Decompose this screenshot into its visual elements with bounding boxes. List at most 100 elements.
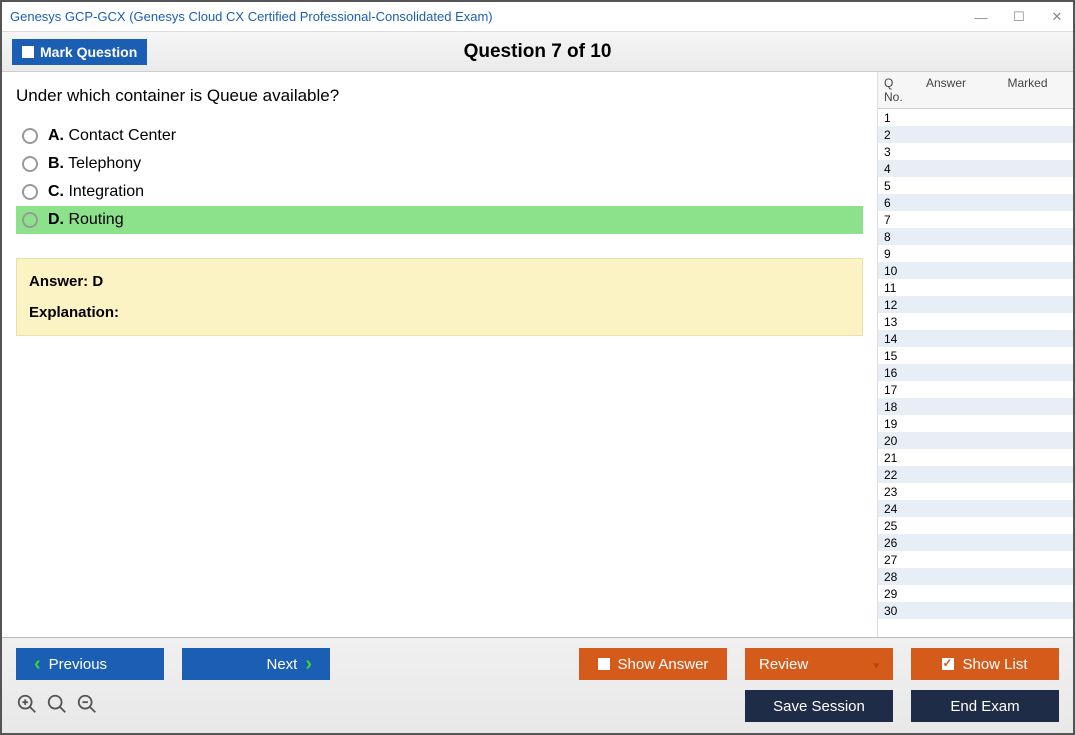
chevron-right-icon <box>305 653 312 676</box>
row-qno: 14 <box>878 332 920 346</box>
zoom-in-icon[interactable] <box>16 693 38 720</box>
row-qno: 10 <box>878 264 920 278</box>
question-list-row[interactable]: 19 <box>878 415 1073 432</box>
row-qno: 6 <box>878 196 920 210</box>
titlebar: Genesys GCP-GCX (Genesys Cloud CX Certif… <box>2 2 1073 32</box>
question-list-row[interactable]: 23 <box>878 483 1073 500</box>
window-controls: — ☐ ✕ <box>971 2 1067 32</box>
row-qno: 3 <box>878 145 920 159</box>
exam-window: Genesys GCP-GCX (Genesys Cloud CX Certif… <box>0 0 1075 735</box>
header-marked: Marked <box>982 72 1073 108</box>
question-list-row[interactable]: 13 <box>878 313 1073 330</box>
mark-question-button[interactable]: Mark Question <box>12 39 147 65</box>
show-answer-button[interactable]: Show Answer <box>579 648 727 680</box>
question-list-row[interactable]: 4 <box>878 160 1073 177</box>
row-qno: 5 <box>878 179 920 193</box>
row-qno: 4 <box>878 162 920 176</box>
end-exam-button[interactable]: End Exam <box>911 690 1059 722</box>
row-qno: 30 <box>878 604 920 618</box>
row-qno: 25 <box>878 519 920 533</box>
question-counter: Question 7 of 10 <box>464 41 612 63</box>
question-list-row[interactable]: 21 <box>878 449 1073 466</box>
row-qno: 7 <box>878 213 920 227</box>
options-list: A. Contact CenterB. Telephony C. Integrat… <box>16 122 863 234</box>
header-qno: Q No. <box>878 72 920 108</box>
next-button[interactable]: Next <box>182 648 330 680</box>
question-list-row[interactable]: 15 <box>878 347 1073 364</box>
question-list-header: Q No. Answer Marked <box>878 72 1073 109</box>
row-qno: 28 <box>878 570 920 584</box>
row-qno: 22 <box>878 468 920 482</box>
review-button[interactable]: Review <box>745 648 893 680</box>
question-list-row[interactable]: 30 <box>878 602 1073 619</box>
option-label: C. Integration <box>48 183 144 201</box>
zoom-out-icon[interactable] <box>76 693 98 720</box>
row-qno: 8 <box>878 230 920 244</box>
question-list-row[interactable]: 2 <box>878 126 1073 143</box>
top-toolbar: Mark Question Question 7 of 10 <box>2 32 1073 72</box>
question-list-row[interactable]: 28 <box>878 568 1073 585</box>
chevron-down-icon <box>867 656 879 673</box>
row-qno: 26 <box>878 536 920 550</box>
row-qno: 1 <box>878 111 920 125</box>
save-session-button[interactable]: Save Session <box>745 690 893 722</box>
question-list-row[interactable]: 24 <box>878 500 1073 517</box>
question-list-row[interactable]: 14 <box>878 330 1073 347</box>
question-list-row[interactable]: 16 <box>878 364 1073 381</box>
explanation-label: Explanation: <box>29 304 850 321</box>
option-a[interactable]: A. Contact Center <box>16 122 863 150</box>
row-qno: 9 <box>878 247 920 261</box>
show-list-button[interactable]: Show List <box>911 648 1059 680</box>
previous-button[interactable]: Previous <box>16 648 164 680</box>
question-list-row[interactable]: 5 <box>878 177 1073 194</box>
answer-line: Answer: D <box>29 273 850 290</box>
answer-box: Answer: D Explanation: <box>16 258 863 336</box>
option-d[interactable]: D. Routing <box>16 206 863 234</box>
radio-icon <box>22 212 38 228</box>
question-list-row[interactable]: 18 <box>878 398 1073 415</box>
row-qno: 13 <box>878 315 920 329</box>
question-list-row[interactable]: 12 <box>878 296 1073 313</box>
show-list-label: Show List <box>962 656 1027 673</box>
question-list-row[interactable]: 7 <box>878 211 1073 228</box>
question-list-row[interactable]: 1 <box>878 109 1073 126</box>
radio-icon <box>22 184 38 200</box>
question-list-row[interactable]: 11 <box>878 279 1073 296</box>
question-list-row[interactable]: 22 <box>878 466 1073 483</box>
question-list-row[interactable]: 29 <box>878 585 1073 602</box>
row-qno: 19 <box>878 417 920 431</box>
question-list-row[interactable]: 20 <box>878 432 1073 449</box>
question-list-row[interactable]: 26 <box>878 534 1073 551</box>
row-qno: 18 <box>878 400 920 414</box>
close-icon[interactable]: ✕ <box>1047 9 1067 25</box>
end-exam-label: End Exam <box>950 698 1019 715</box>
row-qno: 2 <box>878 128 920 142</box>
next-label: Next <box>266 656 297 673</box>
row-qno: 12 <box>878 298 920 312</box>
maximize-icon[interactable]: ☐ <box>1009 9 1029 25</box>
question-list-body[interactable]: 1234567891011121314151617181920212223242… <box>878 109 1073 637</box>
option-c[interactable]: C. Integration <box>16 178 863 206</box>
button-row-1: Previous Next Show Answer Review Show Li… <box>16 648 1059 680</box>
question-list-row[interactable]: 9 <box>878 245 1073 262</box>
option-b[interactable]: B. Telephony <box>16 150 863 178</box>
mark-checkbox-icon <box>22 46 34 58</box>
zoom-reset-icon[interactable] <box>46 693 68 720</box>
mark-question-label: Mark Question <box>40 44 137 60</box>
question-list-row[interactable]: 6 <box>878 194 1073 211</box>
row-qno: 16 <box>878 366 920 380</box>
question-list-row[interactable]: 17 <box>878 381 1073 398</box>
question-list-row[interactable]: 10 <box>878 262 1073 279</box>
minimize-icon[interactable]: — <box>971 10 991 25</box>
option-label: D. Routing <box>48 211 124 229</box>
save-session-label: Save Session <box>773 698 865 715</box>
row-qno: 23 <box>878 485 920 499</box>
question-list-row[interactable]: 8 <box>878 228 1073 245</box>
question-list-row[interactable]: 27 <box>878 551 1073 568</box>
row-qno: 20 <box>878 434 920 448</box>
radio-icon <box>22 128 38 144</box>
question-list-row[interactable]: 3 <box>878 143 1073 160</box>
question-text: Under which container is Queue available… <box>16 86 863 106</box>
question-list-row[interactable]: 25 <box>878 517 1073 534</box>
question-pane: Under which container is Queue available… <box>2 72 877 637</box>
